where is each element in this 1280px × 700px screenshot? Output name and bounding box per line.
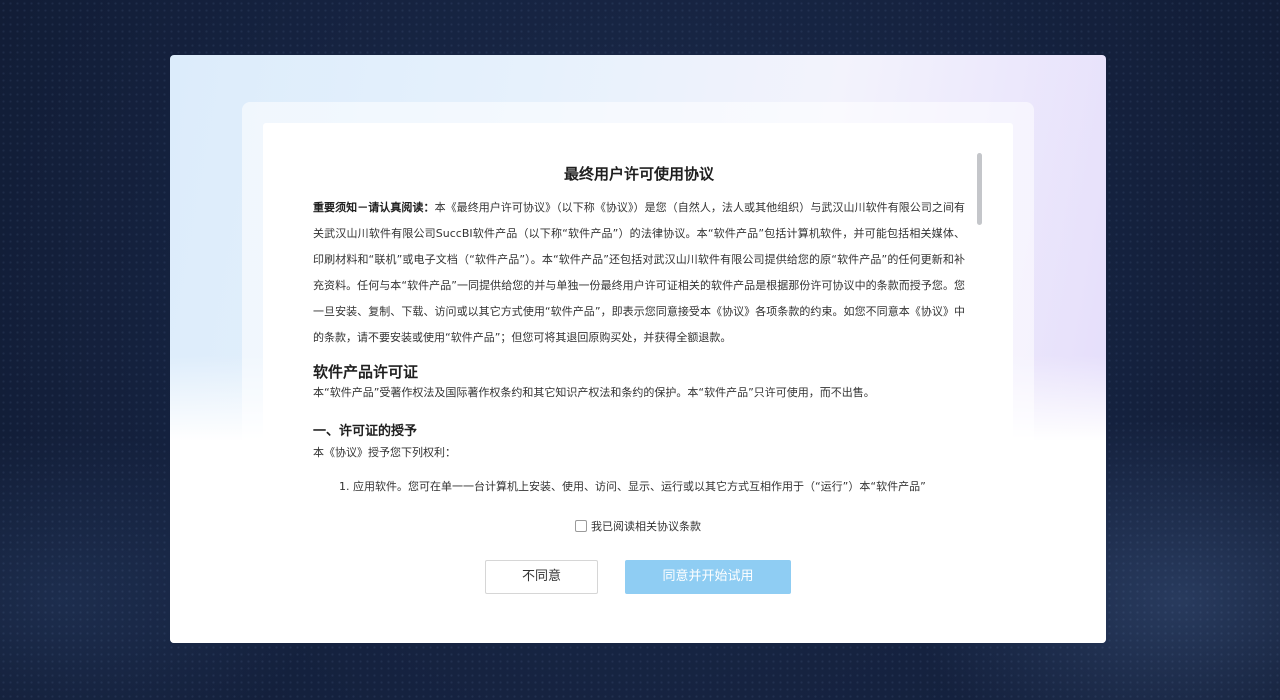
license-title: 最终用户许可使用协议: [563, 165, 714, 183]
section-heading: 软件产品许可证: [313, 363, 419, 381]
agree-and-start-trial-button[interactable]: 同意并开始试用: [625, 560, 791, 594]
section-paragraph: 本“软件产品”受著作权法及国际著作权条约和其它知识产权法和条约的保护。本“软件产…: [313, 386, 875, 399]
subsection-paragraph: 本《协议》授予您下列权利：: [313, 446, 456, 459]
disagree-button[interactable]: 不同意: [485, 560, 598, 594]
license-dialog: 最终用户许可使用协议 重要须知－请认真阅读：本《最终用户许可协议》（以下称《协议…: [170, 55, 1106, 643]
subsection-heading: 一、许可证的授予: [313, 424, 418, 439]
intro-label: 重要须知－请认真阅读：: [313, 201, 435, 214]
license-sheet: 最终用户许可使用协议 重要须知－请认真阅读：本《最终用户许可协议》（以下称《协议…: [263, 123, 1013, 578]
license-document[interactable]: 最终用户许可使用协议 重要须知－请认真阅读：本《最终用户许可协议》（以下称《协议…: [313, 151, 965, 526]
agree-checkbox-label[interactable]: 我已阅读相关协议条款: [591, 520, 701, 533]
list-item: 1. 应用软件。您可在单一一台计算机上安装、使用、访问、显示、运行或以其它方式互…: [339, 480, 926, 493]
scrollbar-thumb[interactable]: [977, 153, 982, 225]
intro-text: 本《最终用户许可协议》（以下称《协议》）是您（自然人，法人或其他组织）与武汉山川…: [313, 201, 965, 344]
agree-checkbox-row[interactable]: 我已阅读相关协议条款: [263, 519, 1013, 535]
license-intro-paragraph: 重要须知－请认真阅读：本《最终用户许可协议》（以下称《协议》）是您（自然人，法人…: [313, 195, 965, 351]
agree-checkbox[interactable]: [575, 520, 587, 532]
